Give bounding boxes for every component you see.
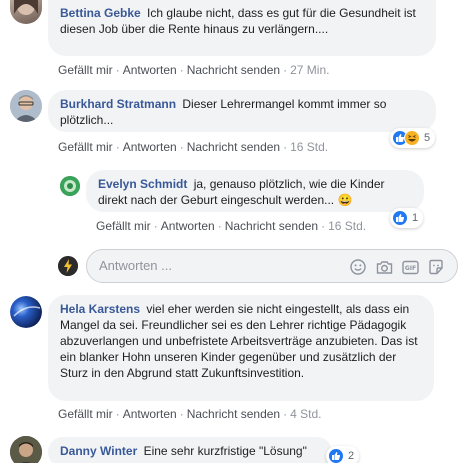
like-link[interactable]: Gefällt mir: [58, 407, 113, 421]
avatar[interactable]: [10, 90, 42, 122]
separator: ·: [283, 63, 288, 77]
timestamp[interactable]: 4 Std.: [290, 407, 321, 421]
separator: ·: [179, 140, 184, 154]
separator: ·: [153, 219, 158, 233]
comment-text: Eine sehr kurzfristige "Lösung": [143, 444, 307, 458]
separator: ·: [321, 219, 326, 233]
comment-actions: Gefällt mir · Antworten · Nachricht senden · 2…: [58, 62, 329, 78]
separator: ·: [115, 140, 120, 154]
reaction-summary[interactable]: 1: [390, 208, 424, 228]
separator: ·: [283, 140, 288, 154]
smiley-icon[interactable]: [349, 258, 367, 276]
like-reaction-icon: [392, 210, 408, 226]
reaction-count: 5: [424, 132, 431, 144]
reaction-summary[interactable]: 2: [326, 446, 360, 463]
avatar[interactable]: [10, 296, 42, 328]
reply-link[interactable]: Antworten: [161, 219, 215, 233]
send-message-link[interactable]: Nachricht senden: [187, 140, 280, 154]
separator: ·: [179, 63, 184, 77]
timestamp[interactable]: 16 Std.: [290, 140, 328, 154]
timestamp[interactable]: 16 Std.: [328, 219, 366, 233]
haha-reaction-icon: [404, 130, 420, 146]
avatar[interactable]: [10, 0, 42, 24]
comment-bubble: Bettina Gebke Ich glaube nicht, dass es …: [48, 0, 436, 56]
avatar[interactable]: [10, 436, 42, 463]
current-user-avatar: [58, 256, 78, 276]
camera-icon[interactable]: [375, 258, 393, 276]
comment-author[interactable]: Bettina Gebke: [60, 6, 141, 20]
comment-bubble: Hela Karstens viel eher werden sie nicht…: [48, 295, 434, 401]
reply-link[interactable]: Antworten: [123, 140, 177, 154]
separator: ·: [115, 63, 120, 77]
comment-author[interactable]: Evelyn Schmidt: [98, 177, 187, 191]
comment-author[interactable]: Hela Karstens: [60, 302, 140, 316]
reaction-summary[interactable]: 5: [390, 128, 436, 148]
separator: ·: [115, 407, 120, 421]
comment-author[interactable]: Burkhard Stratmann: [60, 97, 176, 111]
comment-actions: Gefällt mir · Antworten · Nachricht senden · 1…: [96, 218, 366, 234]
reaction-count: 1: [412, 212, 419, 224]
reply-box[interactable]: GIF: [86, 249, 458, 283]
send-message-link[interactable]: Nachricht senden: [187, 63, 280, 77]
reply-bubble: Evelyn Schmidt ja, genauso plötzlich, wi…: [86, 170, 424, 212]
like-reaction-icon: [328, 448, 344, 463]
like-link[interactable]: Gefällt mir: [58, 140, 113, 154]
reply-input[interactable]: [99, 258, 329, 273]
reply-link[interactable]: Antworten: [123, 63, 177, 77]
comment-bubble: Danny Winter Eine sehr kurzfristige "Lös…: [48, 437, 332, 463]
avatar[interactable]: [60, 176, 80, 196]
reaction-count: 2: [348, 450, 355, 462]
sticker-icon[interactable]: [427, 258, 445, 276]
send-message-link[interactable]: Nachricht senden: [225, 219, 318, 233]
comment-actions: Gefällt mir · Antworten · Nachricht senden · 1…: [58, 139, 328, 155]
send-message-link[interactable]: Nachricht senden: [187, 407, 280, 421]
like-link[interactable]: Gefällt mir: [96, 219, 151, 233]
reply-link[interactable]: Antworten: [123, 407, 177, 421]
comment-bubble: Burkhard Stratmann Dieser Lehrermangel k…: [48, 90, 436, 132]
comment-actions: Gefällt mir · Antworten · Nachricht senden · 4…: [58, 406, 321, 422]
separator: ·: [179, 407, 184, 421]
timestamp[interactable]: 27 Min.: [290, 63, 329, 77]
comment-author[interactable]: Danny Winter: [60, 444, 137, 458]
svg-text:GIF: GIF: [404, 265, 415, 272]
like-link[interactable]: Gefällt mir: [58, 63, 113, 77]
separator: ·: [283, 407, 288, 421]
gif-icon[interactable]: GIF: [401, 258, 419, 276]
separator: ·: [217, 219, 222, 233]
